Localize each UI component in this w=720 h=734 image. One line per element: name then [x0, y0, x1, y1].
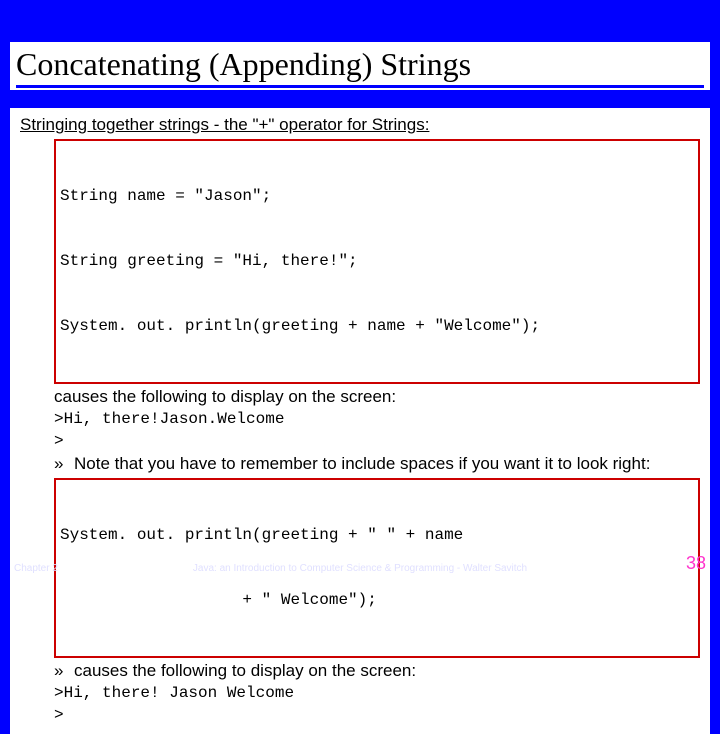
- output-line: >: [54, 431, 700, 453]
- output-line: >Hi, there!Jason.Welcome: [54, 409, 700, 431]
- footer-book-title: Java: an Introduction to Computer Scienc…: [193, 563, 527, 574]
- code-line: + " Welcome");: [60, 590, 694, 612]
- causes-line-2: causes the following to display on the s…: [74, 660, 416, 683]
- code-block-1: String name = "Jason"; String greeting =…: [54, 139, 700, 385]
- footer-page-number: 38: [686, 553, 706, 574]
- output-line: >: [54, 705, 700, 727]
- bullet-icon: »: [54, 660, 74, 683]
- intro-line: Stringing together strings - the "+" ope…: [20, 114, 700, 137]
- causes-bullet-2: » causes the following to display on the…: [54, 660, 700, 683]
- causes-line-1: causes the following to display on the s…: [54, 386, 700, 409]
- footer-chapter: Chapter 2: [14, 563, 58, 574]
- slide-title: Concatenating (Appending) Strings: [16, 46, 704, 88]
- code-line: System. out. println(greeting + name + "…: [60, 316, 694, 338]
- body-area: Stringing together strings - the "+" ope…: [10, 108, 710, 734]
- footer: Chapter 2 Java: an Introduction to Compu…: [0, 553, 720, 574]
- code-line: String name = "Jason";: [60, 186, 694, 208]
- output-line: >Hi, there! Jason Welcome: [54, 683, 700, 705]
- title-area: Concatenating (Appending) Strings: [10, 42, 710, 90]
- slide: Concatenating (Appending) Strings String…: [0, 42, 720, 582]
- note-text: Note that you have to remember to includ…: [74, 453, 650, 476]
- code-line: String greeting = "Hi, there!";: [60, 251, 694, 273]
- code-line: System. out. println(greeting + " " + na…: [60, 525, 694, 547]
- bullet-icon: »: [54, 453, 74, 476]
- note-bullet: » Note that you have to remember to incl…: [54, 453, 700, 476]
